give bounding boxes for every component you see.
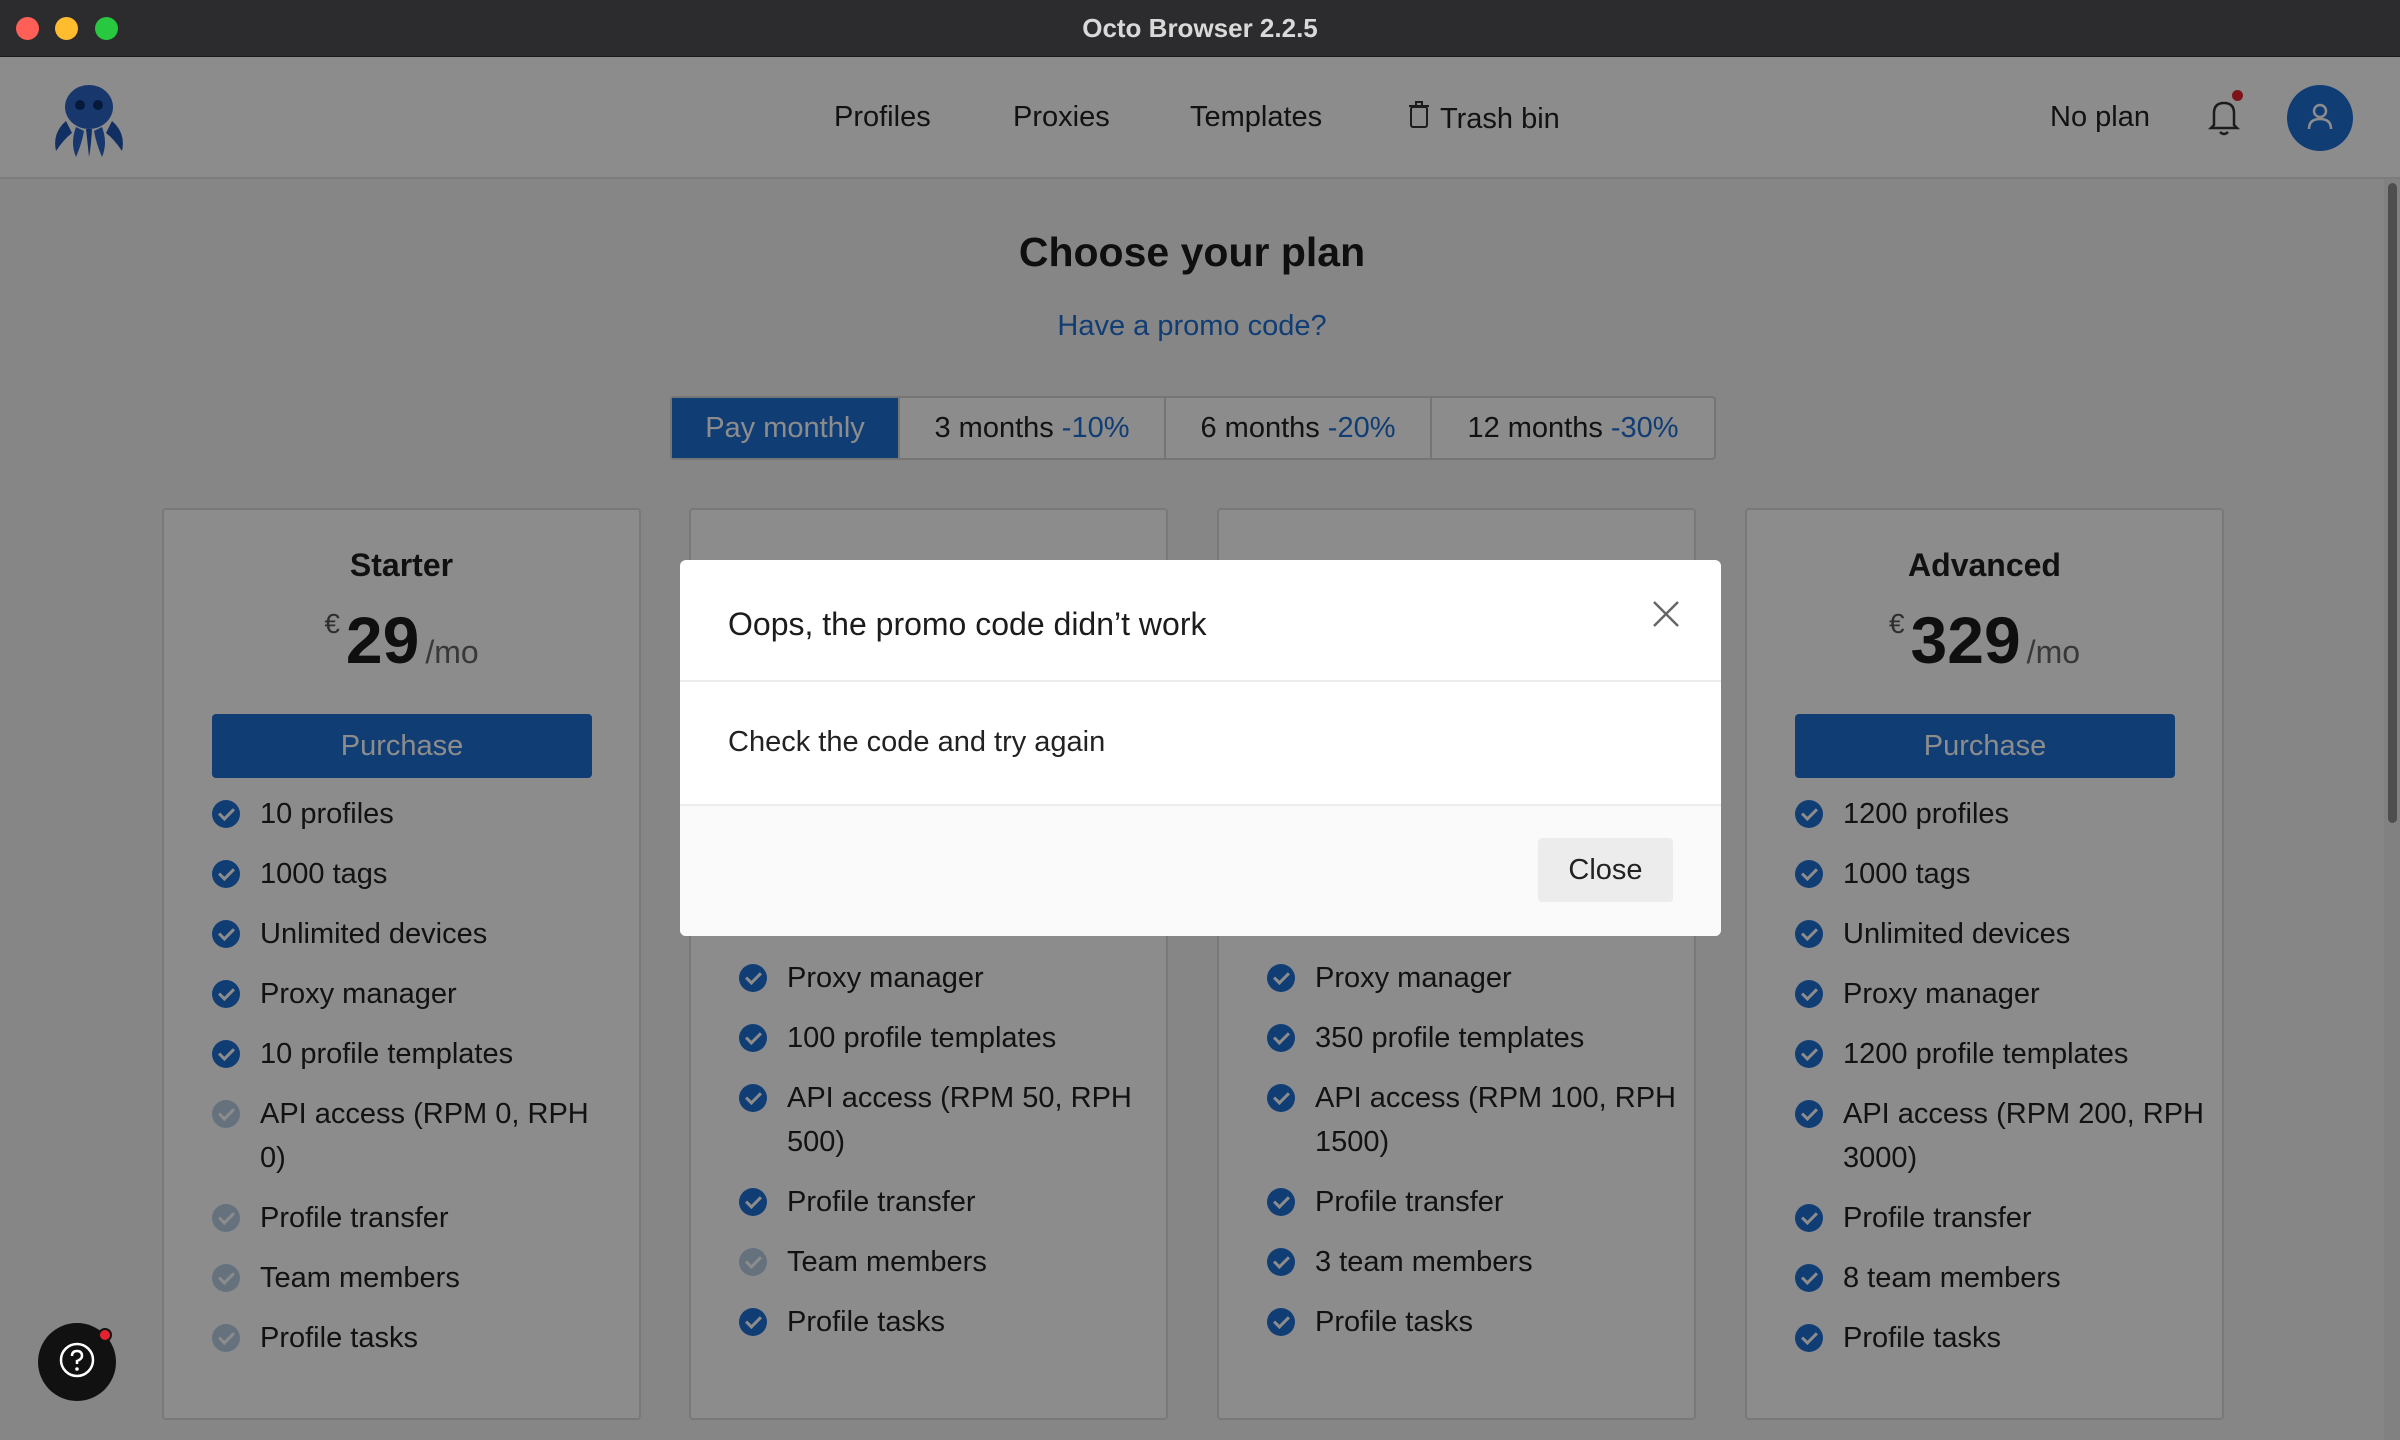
- dialog-body: Check the code and try again: [680, 682, 1721, 806]
- dialog-close-button[interactable]: Close: [1538, 838, 1673, 902]
- close-icon[interactable]: [1648, 596, 1684, 632]
- dialog-title: Oops, the promo code didn’t work: [728, 606, 1207, 642]
- window-title: Octo Browser 2.2.5: [1082, 13, 1318, 43]
- help-notification-dot: [98, 1328, 112, 1342]
- promo-error-dialog: Oops, the promo code didn’t work Check t…: [680, 560, 1721, 936]
- dialog-header: Oops, the promo code didn’t work: [680, 560, 1721, 682]
- dialog-footer: Close: [680, 806, 1721, 936]
- dialog-message: Check the code and try again: [728, 726, 1106, 758]
- window-titlebar: Octo Browser 2.2.5: [0, 0, 2400, 57]
- help-icon: [57, 1340, 97, 1385]
